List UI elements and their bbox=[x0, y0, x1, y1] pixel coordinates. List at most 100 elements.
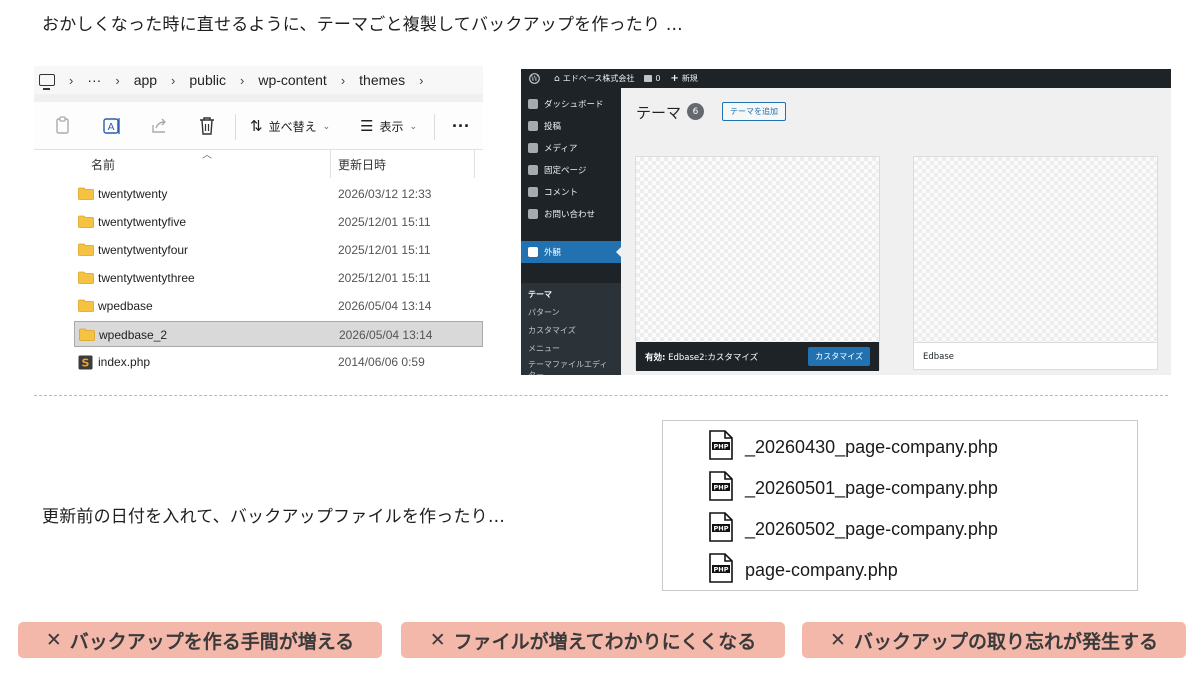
chevron-right-icon: › bbox=[239, 72, 245, 88]
svg-text:W: W bbox=[531, 75, 539, 83]
breadcrumb-themes[interactable]: themes bbox=[359, 72, 405, 88]
delete-icon[interactable] bbox=[198, 116, 216, 136]
more-options-button[interactable]: ··· bbox=[452, 102, 470, 150]
add-theme-button[interactable]: テーマを追加 bbox=[722, 102, 786, 121]
column-divider[interactable] bbox=[330, 150, 331, 178]
file-name: twentytwenty bbox=[98, 187, 168, 201]
wp-menu-label: コメント bbox=[544, 188, 579, 198]
column-modified[interactable]: 更新日時 bbox=[338, 156, 386, 173]
chevron-right-icon: › bbox=[419, 72, 424, 88]
file-modified-date: 2014/06/06 0:59 bbox=[338, 355, 425, 369]
chevron-right-icon: › bbox=[115, 72, 120, 88]
file-row[interactable]: twentytwentyfive 2025/12/01 15:11 bbox=[74, 209, 483, 235]
wp-menu-item[interactable]: 固定ページ bbox=[521, 159, 621, 181]
file-modified-date: 2025/12/01 15:11 bbox=[338, 271, 431, 285]
explorer-toolbar: A ⇅ 並べ替え ⌄ ☰ 表示 ⌄ ··· bbox=[34, 102, 483, 150]
php-file-item[interactable]: PHP _20260501_page-company.php bbox=[709, 470, 998, 506]
file-row[interactable]: wpedbase_2 2026/05/04 13:14 bbox=[74, 321, 483, 347]
wp-submenu-item[interactable]: メニュー bbox=[528, 343, 560, 354]
column-name[interactable]: 名前 bbox=[91, 156, 115, 173]
address-bar-strip bbox=[34, 94, 483, 102]
chevron-down-icon: ⌄ bbox=[409, 120, 418, 131]
this-pc-icon[interactable] bbox=[39, 74, 55, 90]
folder-icon bbox=[78, 243, 94, 259]
file-modified-date: 2025/12/01 15:11 bbox=[338, 243, 431, 257]
file-modified-date: 2026/05/04 13:14 bbox=[338, 299, 432, 313]
wp-submenu-item[interactable]: テーマファイルエディター bbox=[528, 359, 614, 375]
breadcrumb-more[interactable]: ··· bbox=[87, 72, 101, 88]
customize-button[interactable]: カスタマイズ bbox=[808, 347, 870, 366]
drawback-tag: ✕ ファイルが増えてわかりにくくなる bbox=[401, 622, 785, 658]
column-divider[interactable] bbox=[474, 150, 475, 178]
wp-comments-link[interactable]: 0 bbox=[644, 74, 660, 83]
rename-icon[interactable]: A bbox=[102, 116, 122, 136]
wp-menu-item[interactable]: ダッシュボード bbox=[521, 93, 621, 115]
php-file-item[interactable]: PHP _20260430_page-company.php bbox=[709, 429, 998, 465]
middle-caption: 更新前の日付を入れて、バックアップファイルを作ったり… bbox=[42, 507, 506, 527]
page-icon bbox=[528, 165, 538, 175]
file-row[interactable]: twentytwenty 2026/03/12 12:33 bbox=[74, 181, 483, 207]
drawback-text: ファイルが増えてわかりにくくなる bbox=[453, 630, 757, 653]
wp-menu-item[interactable]: コメント bbox=[521, 181, 621, 203]
svg-text:PHP: PHP bbox=[714, 566, 729, 574]
php-file-item[interactable]: PHP page-company.php bbox=[709, 552, 898, 588]
file-row[interactable]: twentytwentythree 2025/12/01 15:11 bbox=[74, 265, 483, 291]
view-list-icon: ☰ bbox=[360, 118, 374, 135]
php-file-item[interactable]: PHP _20260502_page-company.php bbox=[709, 511, 998, 547]
theme-screenshot[interactable] bbox=[636, 157, 879, 342]
folder-icon bbox=[78, 299, 94, 315]
wp-menu-label: 投稿 bbox=[544, 122, 562, 132]
wp-submenu-item[interactable]: テーマ bbox=[528, 289, 552, 300]
php-file-icon: PHP bbox=[709, 512, 733, 546]
wp-admin-menu: ダッシュボード投稿メディア固定ページコメントお問い合わせ外観 テーマパターンカス… bbox=[521, 88, 621, 375]
chevron-right-icon: › bbox=[69, 72, 74, 88]
svg-text:PHP: PHP bbox=[714, 525, 729, 533]
theme-screenshot[interactable] bbox=[914, 157, 1157, 342]
paste-icon[interactable] bbox=[54, 116, 72, 136]
file-explorer-window: › ··· › app › public › wp-content › them… bbox=[34, 66, 483, 376]
theme-card-edbase[interactable]: Edbase bbox=[913, 156, 1158, 370]
wp-admin-bar: W ⌂ エドベース株式会社 0 + 新規 bbox=[521, 69, 1171, 88]
wp-menu-label: メディア bbox=[544, 144, 578, 154]
drawback-text: バックアップの取り忘れが発生する bbox=[853, 630, 1158, 653]
wp-menu-label: お問い合わせ bbox=[544, 210, 596, 220]
file-row[interactable]: twentytwentyfour 2025/12/01 15:11 bbox=[74, 237, 483, 263]
wp-menu-item[interactable]: メディア bbox=[521, 137, 621, 159]
chevron-right-icon: › bbox=[340, 72, 346, 88]
breadcrumb-wp-content[interactable]: wp-content bbox=[258, 72, 326, 88]
sort-icon: ⇅ bbox=[250, 118, 263, 135]
section-divider bbox=[34, 395, 1168, 396]
page-title: テーマ bbox=[636, 104, 682, 122]
wp-menu-item[interactable]: 外観 bbox=[521, 241, 621, 263]
file-row[interactable]: wpedbase 2026/05/04 13:14 bbox=[74, 293, 483, 319]
pin-icon bbox=[528, 121, 538, 131]
file-name: wpedbase bbox=[98, 299, 153, 313]
share-icon[interactable] bbox=[150, 116, 170, 136]
wp-submenu-item[interactable]: パターン bbox=[528, 307, 560, 318]
svg-text:A: A bbox=[108, 122, 115, 133]
drawback-tag: ✕ バックアップの取り忘れが発生する bbox=[802, 622, 1186, 658]
comment-icon bbox=[528, 187, 538, 197]
sort-button[interactable]: ⇅ 並べ替え ⌄ bbox=[250, 102, 330, 150]
breadcrumb: › ··· › app › public › wp-content › them… bbox=[34, 66, 483, 94]
theme-card-active[interactable]: 有効: Edbase2:カスタマイズ カスタマイズ bbox=[635, 156, 880, 371]
file-name: twentytwentyfive bbox=[98, 215, 187, 229]
php-file-name: _20260502_page-company.php bbox=[745, 518, 998, 539]
wp-site-link[interactable]: ⌂ エドベース株式会社 bbox=[554, 73, 634, 84]
media-icon bbox=[528, 143, 538, 153]
file-row[interactable]: Sindex.php 2014/06/06 0:59 bbox=[74, 349, 483, 375]
wp-new-link[interactable]: + 新規 bbox=[670, 73, 697, 84]
toolbar-divider bbox=[235, 114, 236, 140]
file-modified-date: 2026/03/12 12:33 bbox=[338, 187, 432, 201]
cross-icon: ✕ bbox=[429, 629, 446, 651]
wp-menu-item[interactable]: お問い合わせ bbox=[521, 203, 621, 225]
folder-icon bbox=[78, 271, 94, 287]
wordpress-admin-window: W ⌂ エドベース株式会社 0 + 新規 ダッシュボード投稿メディア固定ページコ… bbox=[521, 69, 1171, 375]
wp-submenu-item[interactable]: カスタマイズ bbox=[528, 325, 576, 336]
php-file-icon: PHP bbox=[709, 430, 733, 464]
breadcrumb-app[interactable]: app bbox=[134, 72, 157, 88]
breadcrumb-public[interactable]: public bbox=[189, 72, 226, 88]
wordpress-logo-icon[interactable]: W bbox=[529, 73, 540, 84]
view-button[interactable]: ☰ 表示 ⌄ bbox=[360, 102, 417, 150]
wp-menu-item[interactable]: 投稿 bbox=[521, 115, 621, 137]
